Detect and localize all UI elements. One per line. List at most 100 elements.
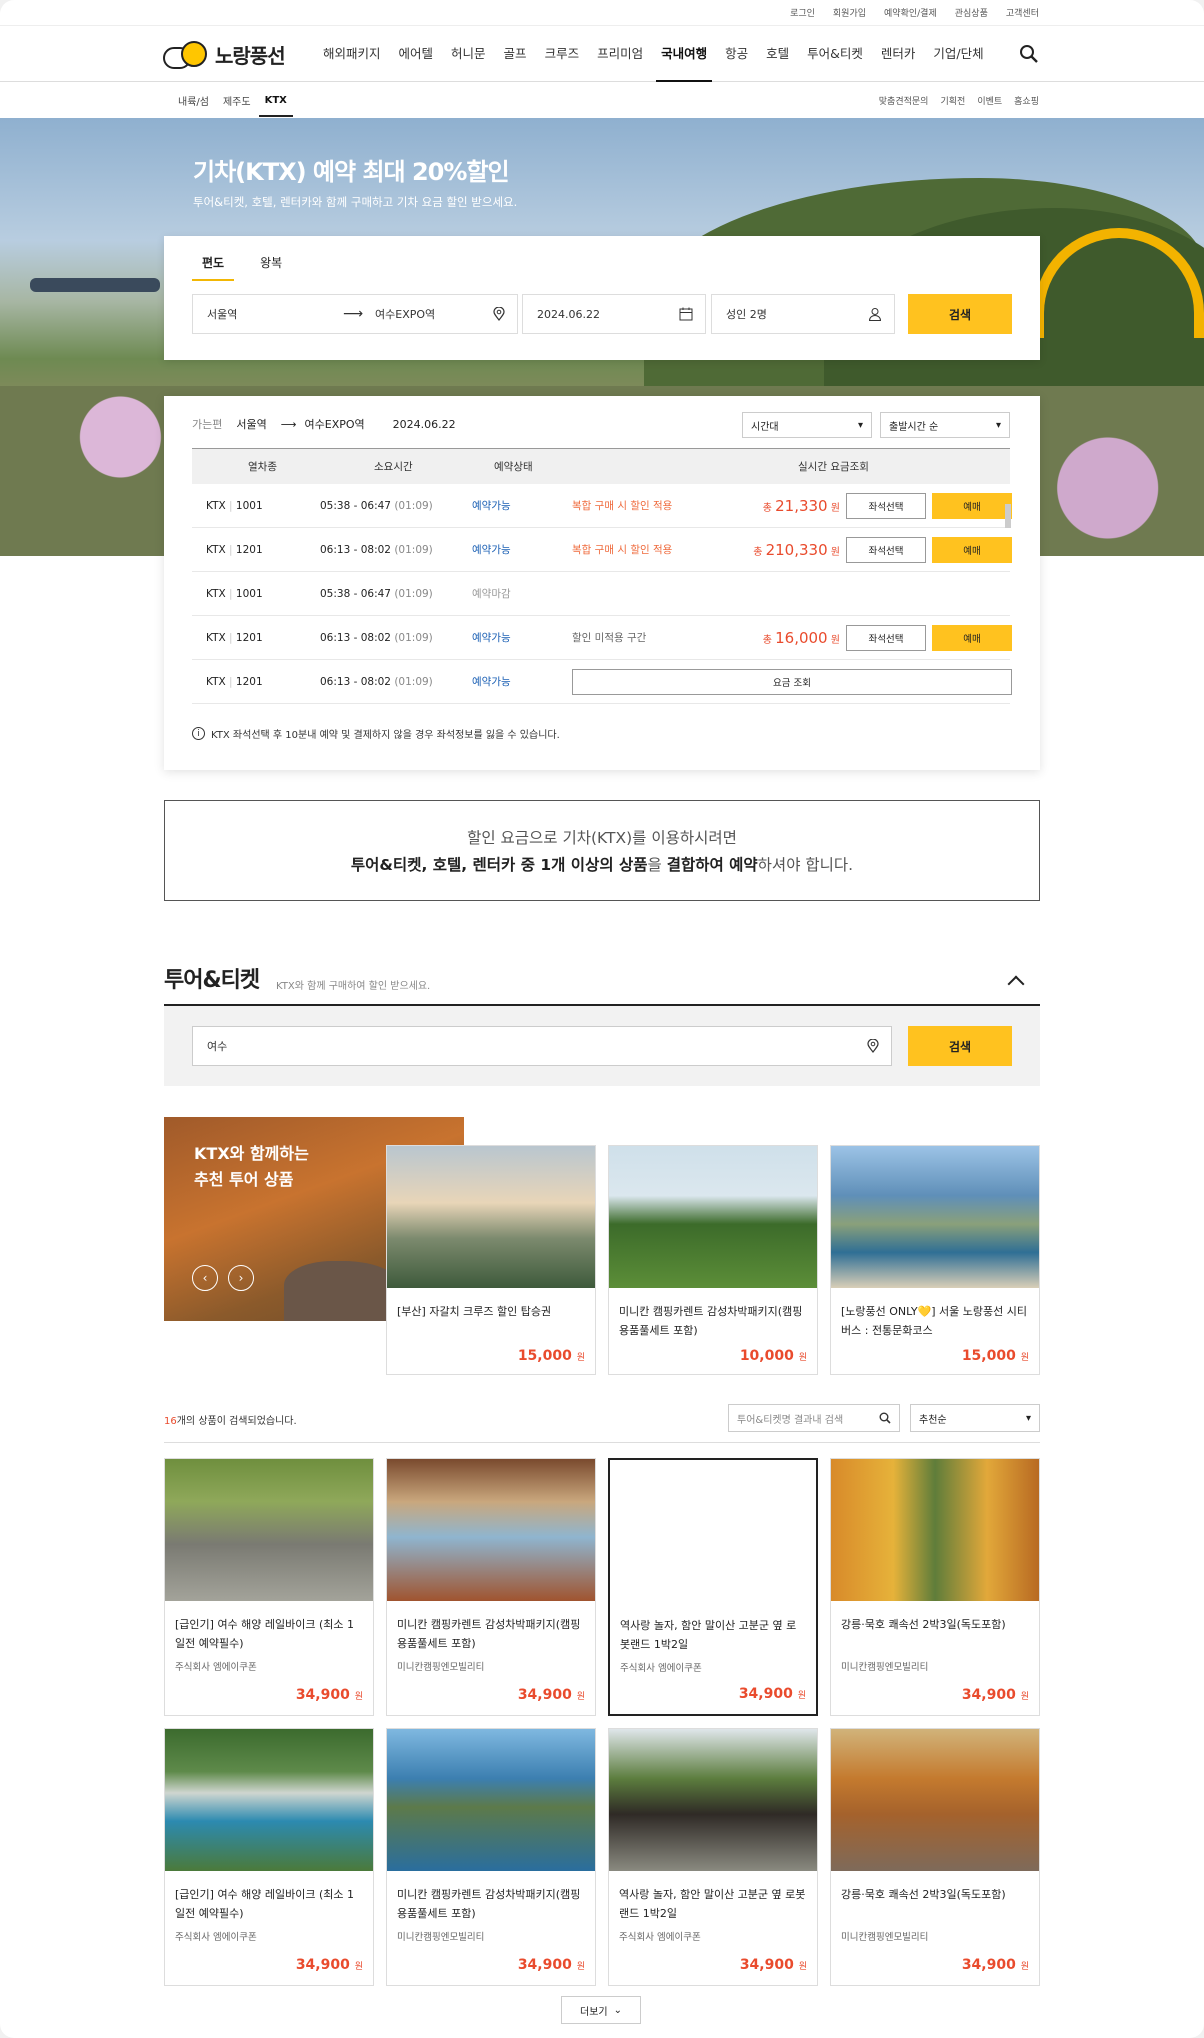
route-field[interactable]: 서울역 ⟶ 여수EXPO역 <box>192 294 518 334</box>
product-card[interactable]: 미니칸 캠핑카렌트 감성차박패키지(캠핑용품풀세트 포함) 미니칸캠핑엔모빌리티… <box>386 1458 596 1716</box>
info-icon: i <box>192 727 205 740</box>
seat-select-button[interactable]: 좌석선택 <box>846 536 926 563</box>
booking-search-button[interactable]: 검색 <box>908 294 1012 334</box>
result-date: 2024.06.22 <box>392 417 456 431</box>
logo[interactable]: 노랑풍선 <box>163 40 286 69</box>
caret-down-icon: ▾ <box>857 419 863 431</box>
train-time: 06:13 - 08:02 (01:09) <box>320 543 433 556</box>
product-card[interactable]: 미니칸 캠핑카렌트 감성차박패키지(캠핑용품풀세트 포함) 미니칸캠핑엔모빌리티… <box>386 1728 596 1986</box>
recommend-card[interactable]: 미니칸 캠핑카렌트 감성차박패키지(캠핑용품풀세트 포함) 10,000 원 <box>608 1145 818 1375</box>
sort-value: 출발시간 순 <box>889 421 939 433</box>
util-login-link[interactable]: 로그인 <box>790 6 815 19</box>
tour-search-input[interactable]: 여수 <box>192 1026 892 1066</box>
menu-item-overseas[interactable]: 해외패키지 <box>314 26 390 82</box>
util-support-link[interactable]: 고객센터 <box>1006 6 1039 19</box>
date-field[interactable]: 2024.06.22 <box>522 294 706 334</box>
util-reservation-link[interactable]: 예약확인/결제 <box>884 6 937 19</box>
book-button[interactable]: 예매 <box>932 492 1012 519</box>
menu-item-premium[interactable]: 프리미엄 <box>588 26 652 82</box>
time-filter-select[interactable]: 시간대 ▾ <box>742 412 872 438</box>
search-icon[interactable] <box>879 1412 891 1424</box>
tab-roundtrip[interactable]: 왕복 <box>260 254 282 281</box>
card-price: 10,000 원 <box>739 1348 807 1364</box>
list-sort-select[interactable]: 추천순 ▾ <box>910 1404 1040 1432</box>
menu-item-cruise[interactable]: 크루즈 <box>536 26 589 82</box>
product-card[interactable]: 강릉·묵호 쾌속선 2박3일(독도포함) 미니칸캠핑엔모빌리티 34,900 원 <box>830 1458 1040 1716</box>
card-image <box>609 1146 817 1288</box>
time-filter-value: 시간대 <box>751 421 779 433</box>
subnav-custom-quote[interactable]: 맞춤견적문의 <box>879 94 929 107</box>
prev-arrow-icon[interactable]: ‹ <box>192 1265 218 1291</box>
table-row: KTX | 1201 06:13 - 08:02 (01:09) 예약가능 복합… <box>192 528 1012 572</box>
tour-section-subtitle: KTX와 함께 구매하여 할인 받으세요. <box>276 981 431 992</box>
table-header: 열차종 소요시간 예약상태 실시간 요금조회 <box>192 448 1010 484</box>
card-image <box>831 1459 1039 1601</box>
product-card[interactable]: 역사랑 놀자, 함안 말이산 고분군 옆 로봇랜드 1박2일 주식회사 엠에이쿠… <box>608 1728 818 1986</box>
menu-item-flight[interactable]: 항공 <box>716 26 757 82</box>
product-card[interactable]: [급인기] 여수 해양 레일바이크 (최소 1일전 예약필수) 주식회사 엠에이… <box>164 1458 374 1716</box>
menu-item-honeymoon[interactable]: 허니문 <box>442 26 495 82</box>
table-row: KTX | 1001 05:38 - 06:47 (01:09) 예약마감 <box>192 572 1010 616</box>
main-menu: 해외패키지 에어텔 허니문 골프 크루즈 프리미엄 국내여행 항공 호텔 투어&… <box>314 26 993 82</box>
hero-title: 기차(KTX) 예약 최대 20%할인 <box>193 158 510 186</box>
col-fare: 실시간 요금조회 <box>798 461 869 473</box>
tour-search-box: 여수 검색 <box>164 1006 1040 1086</box>
card-title: 미니칸 캠핑카렌트 감성차박패키지(캠핑용품풀세트 포함) <box>397 1888 581 1920</box>
tour-search-button[interactable]: 검색 <box>908 1026 1012 1066</box>
tour-section-title: 투어&티켓 <box>164 968 260 993</box>
chevron-up-icon[interactable] <box>1007 975 1025 993</box>
subnav-ktx[interactable]: KTX <box>258 95 294 117</box>
subnav-jeju[interactable]: 제주도 <box>223 93 251 108</box>
load-more-button[interactable]: 더보기 ⌄ <box>561 1996 641 2024</box>
menu-item-domestic[interactable]: 국내여행 <box>652 26 716 82</box>
fare-inquiry-button[interactable]: 요금 조회 <box>572 668 1012 695</box>
result-search-input[interactable]: 투어&티켓명 결과내 검색 <box>728 1404 900 1432</box>
chevron-down-icon: ⌄ <box>613 2004 622 2016</box>
passenger-field[interactable]: 성인 2명 <box>711 294 895 334</box>
calendar-icon <box>679 307 693 321</box>
product-card-selected[interactable]: 역사랑 놀자, 함안 말이산 고분군 옆 로봇랜드 1박2일 주식회사 엠에이쿠… <box>608 1458 818 1716</box>
recommend-title: KTX와 함께하는 추천 투어 상품 <box>194 1144 309 1189</box>
book-button[interactable]: 예매 <box>932 536 1012 563</box>
menu-item-golf[interactable]: 골프 <box>495 26 536 82</box>
message-line-1: 할인 요금으로 기차(KTX)를 이용하시려면 <box>467 829 737 847</box>
card-title: [부산] 자갈치 크루즈 할인 탑승권 <box>397 1305 552 1318</box>
subnav-inland[interactable]: 내륙/섬 <box>178 93 209 108</box>
status-closed: 예약마감 <box>472 588 511 600</box>
subnav-event[interactable]: 이벤트 <box>977 94 1002 107</box>
tab-oneway[interactable]: 편도 <box>192 254 235 281</box>
card-price: 15,000 원 <box>961 1348 1029 1364</box>
result-from: 서울역 <box>236 418 267 431</box>
menu-item-hotel[interactable]: 호텔 <box>757 26 798 82</box>
subnav-exhibition[interactable]: 기획전 <box>940 94 965 107</box>
menu-item-tour-ticket[interactable]: 투어&티켓 <box>798 26 872 82</box>
train-type: KTX | 1001 <box>206 499 263 512</box>
sort-select[interactable]: 출발시간 순 ▾ <box>880 412 1010 438</box>
card-company: 주식회사 엠에이쿠폰 <box>175 1662 257 1673</box>
balloon-logo-icon <box>163 40 211 69</box>
booking-box: 편도 왕복 서울역 ⟶ 여수EXPO역 2024.06.22 성인 2명 검색 <box>164 236 1040 360</box>
menu-item-airtel[interactable]: 에어텔 <box>390 26 443 82</box>
fare-price: 총 210,330 원 <box>753 540 840 559</box>
product-card[interactable]: [급인기] 여수 해양 레일바이크 (최소 1일전 예약필수) 주식회사 엠에이… <box>164 1728 374 1986</box>
seat-select-button[interactable]: 좌석선택 <box>846 492 926 519</box>
caret-down-icon: ▾ <box>1025 1412 1031 1424</box>
util-signup-link[interactable]: 회원가입 <box>833 6 866 19</box>
status-available: 예약가능 <box>472 676 511 688</box>
next-arrow-icon[interactable]: › <box>228 1265 254 1291</box>
book-button[interactable]: 예매 <box>932 624 1012 651</box>
train-type: KTX | 1201 <box>206 631 263 644</box>
recommend-card[interactable]: [노랑풍선 ONLY💛] 서울 노랑풍선 시티버스 : 전통문화코스 15,00… <box>830 1145 1040 1375</box>
recommend-card[interactable]: [부산] 자갈치 크루즈 할인 탑승권 15,000 원 <box>386 1145 596 1375</box>
subnav-homeshopping[interactable]: 홈쇼핑 <box>1014 94 1039 107</box>
menu-item-corporate[interactable]: 기업/단체 <box>924 26 992 82</box>
search-icon[interactable] <box>1019 44 1039 64</box>
product-card[interactable]: 강릉·묵호 쾌속선 2박3일(독도포함) 미니칸캠핑엔모빌리티 34,900 원 <box>830 1728 1040 1986</box>
train-type: KTX | 1201 <box>206 543 263 556</box>
card-image <box>609 1729 817 1871</box>
card-image <box>165 1459 373 1601</box>
menu-item-rentcar[interactable]: 렌터카 <box>872 26 925 82</box>
util-wishlist-link[interactable]: 관심상품 <box>955 6 988 19</box>
seat-select-button[interactable]: 좌석선택 <box>846 624 926 651</box>
scrollbar[interactable] <box>1004 492 1012 702</box>
